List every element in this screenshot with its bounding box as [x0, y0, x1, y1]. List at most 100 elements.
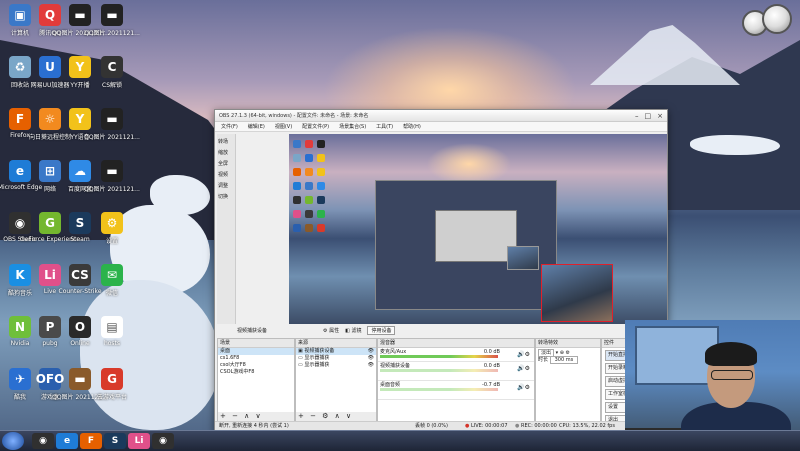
- desktop-icon[interactable]: N Nvidia: [4, 316, 36, 360]
- taskbar-app-icon[interactable]: ◉: [152, 433, 174, 449]
- filters-button[interactable]: ◧ 滤镜: [345, 327, 361, 334]
- desktop-icon[interactable]: C CS解锁: [96, 56, 128, 100]
- scene-item[interactable]: CSOL游戏中F8: [218, 369, 294, 376]
- obs-titlebar[interactable]: OBS 27.1.3 (64-bit, windows) - 配置文件: 未命名…: [215, 110, 667, 122]
- scene-item[interactable]: csol大厅F8: [218, 362, 294, 369]
- preview-icon: [305, 154, 313, 162]
- desktop-icon-label: 微信: [105, 290, 118, 297]
- side-dock-item[interactable]: 视频: [218, 171, 234, 178]
- desktop-icon[interactable]: e Microsoft Edge: [0, 160, 42, 204]
- source-item[interactable]: ▭ 显示器捕获 👁: [296, 362, 376, 369]
- mixer-header: 混音器: [378, 339, 534, 348]
- desktop-icon[interactable]: ♻ 回收站: [4, 56, 36, 100]
- volume-meter[interactable]: [380, 369, 498, 372]
- scene-item[interactable]: cs1.6F8: [218, 355, 294, 362]
- desktop-icon[interactable]: OFO 游戏盒: [34, 368, 66, 412]
- desktop-icon[interactable]: ✈ 酷我: [4, 368, 36, 412]
- desktop-icon[interactable]: ⚙ 设置: [96, 212, 128, 256]
- menu-edit[interactable]: 编辑(E): [248, 123, 265, 130]
- obs-side-dock: 转场 缩放 全屏 视频 调整 切换: [217, 134, 236, 324]
- taskbar-app-icon[interactable]: e: [56, 433, 78, 449]
- duration-field[interactable]: 时长 300 ms: [536, 356, 600, 364]
- desktop-icon[interactable]: ◉ OBS Studio: [3, 212, 37, 256]
- minimize-icon[interactable]: –: [635, 112, 639, 120]
- side-dock-item[interactable]: 全屏: [218, 160, 234, 167]
- preview-webcam-source[interactable]: [541, 264, 613, 322]
- scene-item[interactable]: 桌面: [218, 348, 294, 355]
- desktop-icon[interactable]: Y YY开播: [64, 56, 96, 100]
- desktop-icon-label: 设置: [105, 238, 118, 245]
- desktop-icon[interactable]: Q 腾讯QQ: [34, 4, 66, 48]
- taskbar-app-icon[interactable]: S: [104, 433, 126, 449]
- taskbar-app-icon[interactable]: Li: [128, 433, 150, 449]
- side-dock-item[interactable]: 转场: [218, 138, 234, 145]
- preview-nested-webcam: [507, 246, 539, 270]
- desktop-icon[interactable]: ▤ hosts: [96, 316, 128, 360]
- desktop-icon[interactable]: O Online: [64, 316, 96, 360]
- obs-preview-canvas[interactable]: [289, 134, 667, 324]
- desktop-icon[interactable]: CS Counter-Strike: [59, 264, 102, 308]
- start-button-icon[interactable]: [2, 432, 24, 450]
- desktop-icon-label: Live: [43, 288, 57, 295]
- desktop-icon[interactable]: ☼ 向日葵远程控制: [29, 108, 71, 152]
- side-dock-item[interactable]: 切换: [218, 193, 234, 200]
- desktop-icon[interactable]: S Steam: [64, 212, 96, 256]
- taskbar-app-icon[interactable]: ◉: [32, 433, 54, 449]
- eye-icon[interactable]: 👁: [368, 362, 374, 369]
- desktop-icon[interactable]: Ppubg: [34, 316, 66, 360]
- desktop-icon[interactable]: K 酷狗音乐: [4, 264, 36, 308]
- sources-toolbar[interactable]: + − ⚙ ∧ ∨: [296, 412, 376, 421]
- side-dock-item[interactable]: 缩放: [218, 149, 234, 156]
- volume-meter[interactable]: [380, 388, 498, 391]
- preview-icon: [317, 210, 325, 218]
- menu-profile[interactable]: 配置文件(P): [302, 123, 329, 130]
- desktop-icon[interactable]: ▣ 计算机: [4, 4, 36, 48]
- desktop-icon[interactable]: ☁ 百度网盘: [64, 160, 96, 204]
- webcam-person-glasses: [711, 370, 753, 380]
- close-icon[interactable]: ×: [657, 112, 663, 120]
- desktop-icon[interactable]: ✉ 微信: [96, 264, 128, 308]
- menu-view[interactable]: 视图(V): [275, 123, 292, 130]
- side-dock-item[interactable]: 调整: [218, 182, 234, 189]
- source-item[interactable]: ▣ 视频捕获设备 👁: [296, 348, 376, 355]
- preview-icon: [293, 182, 301, 190]
- eye-icon[interactable]: 👁: [368, 355, 374, 362]
- menu-file[interactable]: 文件(F): [221, 123, 238, 130]
- menu-scene-collection[interactable]: 场景集合(S): [339, 123, 366, 130]
- menu-help[interactable]: 帮助(H): [403, 123, 421, 130]
- preview-icon: [317, 196, 325, 204]
- eye-icon[interactable]: 👁: [368, 348, 374, 355]
- desktop-icon[interactable]: ▬ QQ图片 2021121...: [52, 4, 108, 48]
- taskbar-app-icon[interactable]: F: [80, 433, 102, 449]
- desktop-icon[interactable]: U 网易UU加速器: [31, 56, 69, 100]
- desktop-icon[interactable]: F Firefox: [4, 108, 36, 152]
- desktop-icon-label: 计算机: [10, 30, 29, 37]
- source-item[interactable]: ▭ 显示器捕获 👁: [296, 355, 376, 362]
- maximize-icon[interactable]: □: [645, 112, 652, 120]
- desktop-icon[interactable]: ▬ QQ图片 2021121...: [52, 368, 108, 412]
- desktop-icon-label: 酷我: [13, 394, 26, 401]
- selected-source-name: 视频捕获设备: [237, 328, 268, 334]
- properties-button[interactable]: ⚙ 属性: [323, 327, 339, 334]
- volume-meter[interactable]: [380, 355, 498, 358]
- speaker-icon[interactable]: 🔊⚙: [517, 351, 530, 358]
- desktop-icon[interactable]: ▬ QQ图片 2021121...: [84, 160, 140, 204]
- desktop-icon[interactable]: Y YY语音: [64, 108, 96, 152]
- desktop-icon[interactable]: ▬ QQ图片 2021121...: [84, 108, 140, 152]
- menu-tools[interactable]: 工具(T): [376, 123, 393, 130]
- speedometer-gadget-icon[interactable]: [762, 4, 792, 34]
- desktop-icon[interactable]: Li Live: [34, 264, 66, 308]
- scenes-toolbar[interactable]: + − ∧ ∨: [218, 412, 294, 421]
- desktop-icon-label: Firefox: [10, 132, 30, 139]
- desktop-icon-glyph-icon: Li: [39, 264, 61, 286]
- source-item-label: 视频捕获设备: [304, 348, 335, 354]
- desktop-icon[interactable]: G 云游戏平台: [96, 368, 128, 412]
- speaker-icon[interactable]: 🔊⚙: [517, 384, 530, 391]
- desktop-icon[interactable]: G GeForce Experience: [20, 212, 80, 256]
- desktop-icon[interactable]: ▬ QQ图片 2021121...: [84, 4, 140, 48]
- deactivate-button[interactable]: 停用设备: [367, 326, 396, 335]
- speaker-icon[interactable]: 🔊⚙: [517, 365, 530, 372]
- desktop-icon[interactable]: ⊞ 网络: [34, 160, 66, 204]
- duration-value[interactable]: 300 ms: [549, 356, 579, 364]
- desktop-icon-label: 云游戏平台: [96, 394, 127, 401]
